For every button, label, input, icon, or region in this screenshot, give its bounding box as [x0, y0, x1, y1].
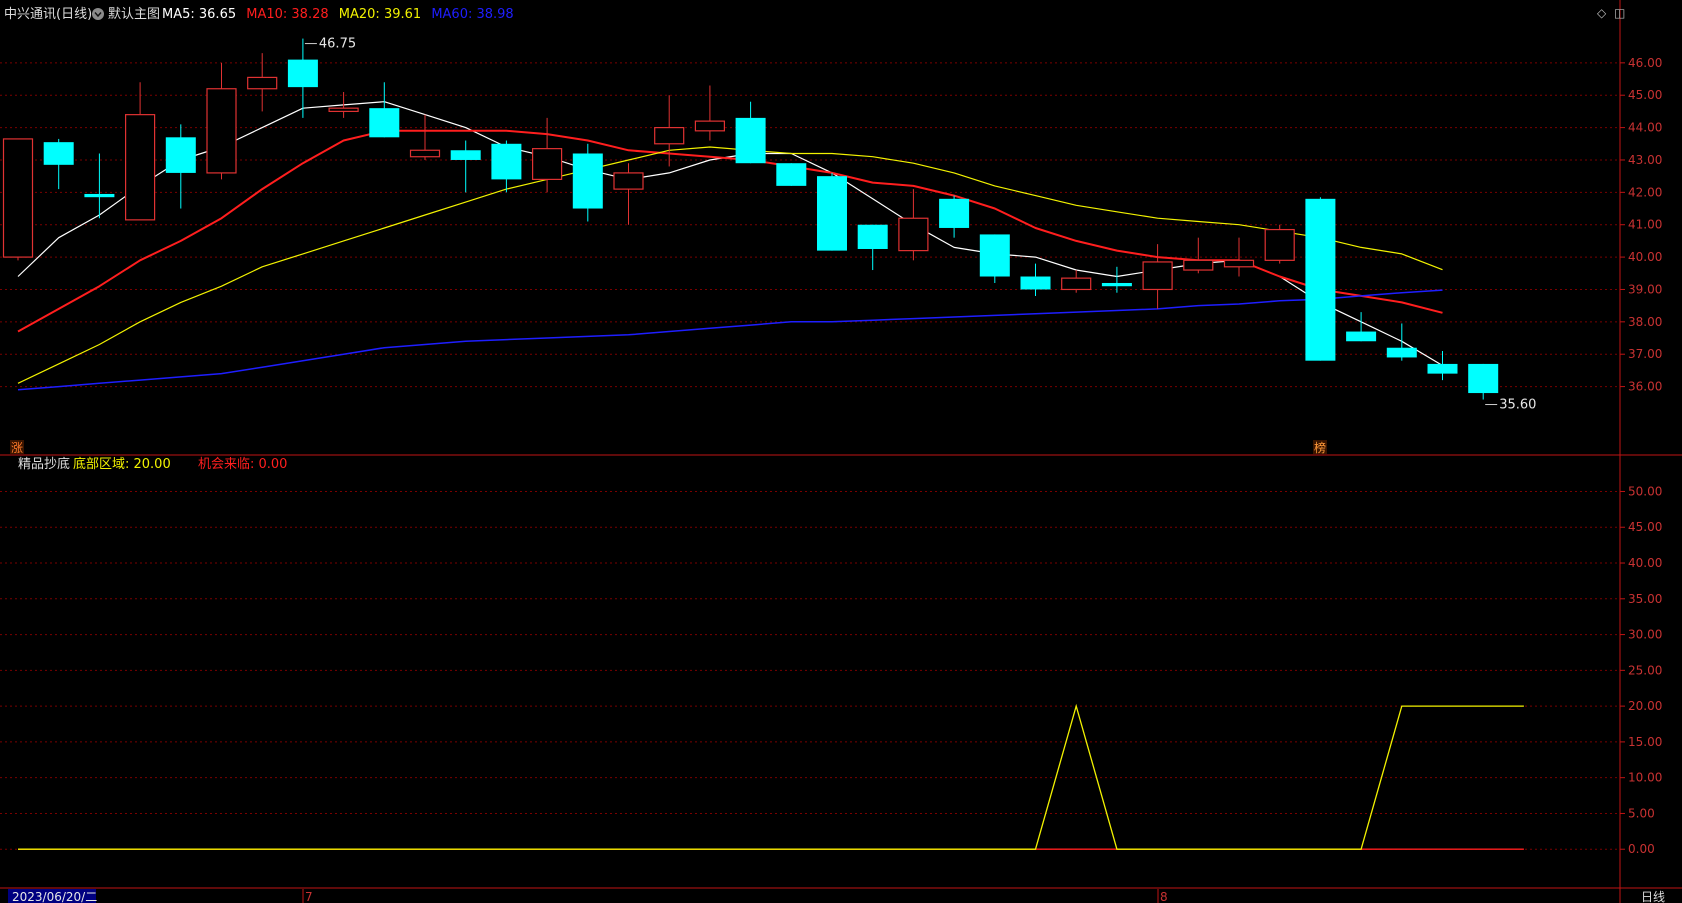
- candle[interactable]: [1305, 197, 1336, 361]
- candle-body: [1427, 363, 1458, 374]
- price-tick-label: 46.00: [1628, 56, 1662, 70]
- candle-body: [613, 172, 644, 190]
- candle-body: [491, 143, 522, 180]
- candle-body: [776, 163, 807, 186]
- candle-body: [206, 88, 237, 174]
- candle-body: [1346, 331, 1377, 342]
- indicator-tick-label: 40.00: [1628, 556, 1662, 570]
- candle-body: [979, 234, 1010, 277]
- indicator-tick-label: 15.00: [1628, 735, 1662, 749]
- month-7-label: 7: [305, 890, 313, 903]
- indicator-tick-label: 50.00: [1628, 484, 1662, 498]
- candle-body: [1305, 198, 1336, 361]
- main-indicator-name[interactable]: 默认主图: [108, 6, 160, 22]
- candle-body: [1386, 347, 1417, 358]
- price-tick-label: 43.00: [1628, 153, 1662, 167]
- candle-body: [369, 108, 400, 138]
- price-tick-label: 38.00: [1628, 315, 1662, 329]
- indicator-tick-label: 0.00: [1628, 842, 1655, 856]
- candle-body: [1061, 277, 1092, 291]
- price-tick-label: 40.00: [1628, 250, 1662, 264]
- indicator-tick-label: 10.00: [1628, 771, 1662, 785]
- candle-body: [735, 117, 766, 164]
- date-cursor-label: 2023/06/20/二: [12, 890, 97, 903]
- candle-body: [694, 120, 726, 132]
- candle-body: [247, 76, 278, 90]
- candle-body: [165, 137, 196, 173]
- candle-body: [654, 126, 685, 145]
- candle-body: [939, 198, 970, 228]
- candle-body: [43, 142, 74, 165]
- candle-body: [1142, 261, 1173, 291]
- indicator-tick-label: 35.00: [1628, 592, 1662, 606]
- bang-badge-label: 榜: [1314, 440, 1326, 455]
- candle-body: [1468, 363, 1499, 394]
- ma5-value: MA5: 36.65: [162, 7, 236, 22]
- candle-body: [531, 148, 563, 180]
- candle-body: [450, 150, 481, 160]
- indicator-tick-label: 45.00: [1628, 520, 1662, 534]
- period-button[interactable]: 日线: [1641, 890, 1665, 903]
- candle-body: [1020, 276, 1051, 290]
- price-tick-label: 41.00: [1628, 218, 1662, 232]
- candle[interactable]: [1264, 224, 1295, 264]
- price-tick-label: 44.00: [1628, 121, 1662, 135]
- window-icon[interactable]: ◫: [1614, 6, 1625, 20]
- indicator-tick-label: 20.00: [1628, 699, 1662, 713]
- indicator-tick-label: 25.00: [1628, 663, 1662, 677]
- price-tick-label: 42.00: [1628, 185, 1662, 199]
- bottom-area-value: 底部区域: 20.00: [73, 456, 171, 472]
- zhang-badge-label: 涨: [11, 440, 23, 455]
- candle-body: [2, 138, 34, 258]
- ma60-value: MA60: 38.98: [431, 7, 513, 22]
- candle-body: [857, 224, 888, 249]
- price-tick-label: 37.00: [1628, 347, 1662, 361]
- candle-body: [328, 107, 359, 113]
- stock-title[interactable]: 中兴通讯(日线): [4, 7, 92, 22]
- price-tick-label: 39.00: [1628, 282, 1662, 296]
- indicator-switch-icon[interactable]: [92, 8, 104, 20]
- ma10-value: MA10: 38.28: [246, 7, 328, 22]
- candle-body: [1101, 282, 1132, 287]
- candle[interactable]: [776, 163, 807, 186]
- candle-body: [409, 149, 441, 158]
- opportunity-value: 机会来临: 0.00: [198, 457, 287, 472]
- chart-background: [0, 0, 1682, 903]
- indicator-tick-label: 30.00: [1628, 628, 1662, 642]
- indicator-title[interactable]: 精品抄底: [18, 456, 70, 472]
- month-8-label: 8: [1160, 890, 1168, 903]
- candle-body: [1183, 259, 1214, 271]
- ma20-value: MA20: 39.61: [339, 7, 421, 22]
- candle[interactable]: [2, 138, 34, 261]
- candle-body: [572, 153, 603, 209]
- price-tick-label: 36.00: [1628, 380, 1662, 394]
- candle[interactable]: [817, 172, 847, 251]
- candle-body: [287, 59, 318, 88]
- candle-body: [124, 114, 156, 221]
- diamond-icon[interactable]: ◇: [1597, 6, 1606, 20]
- low-price-label: 35.60: [1499, 398, 1536, 413]
- candle-body: [817, 176, 847, 251]
- high-price-label: 46.75: [319, 37, 356, 52]
- candle[interactable]: [979, 234, 1010, 283]
- kline-chart[interactable]: 36.00 37.00 38.00 39.00 40.00 41.00 42.00 43.00…: [0, 0, 1682, 903]
- candle-body: [898, 217, 929, 252]
- price-tick-label: 45.00: [1628, 88, 1662, 102]
- candle-body: [1264, 228, 1295, 261]
- candle-body: [84, 193, 115, 198]
- ma-legend: MA5: 36.65 MA10: 38.28 MA20: 39.61 MA60:…: [162, 7, 514, 22]
- indicator-tick-label: 5.00: [1628, 806, 1655, 820]
- candle-body: [1223, 259, 1255, 268]
